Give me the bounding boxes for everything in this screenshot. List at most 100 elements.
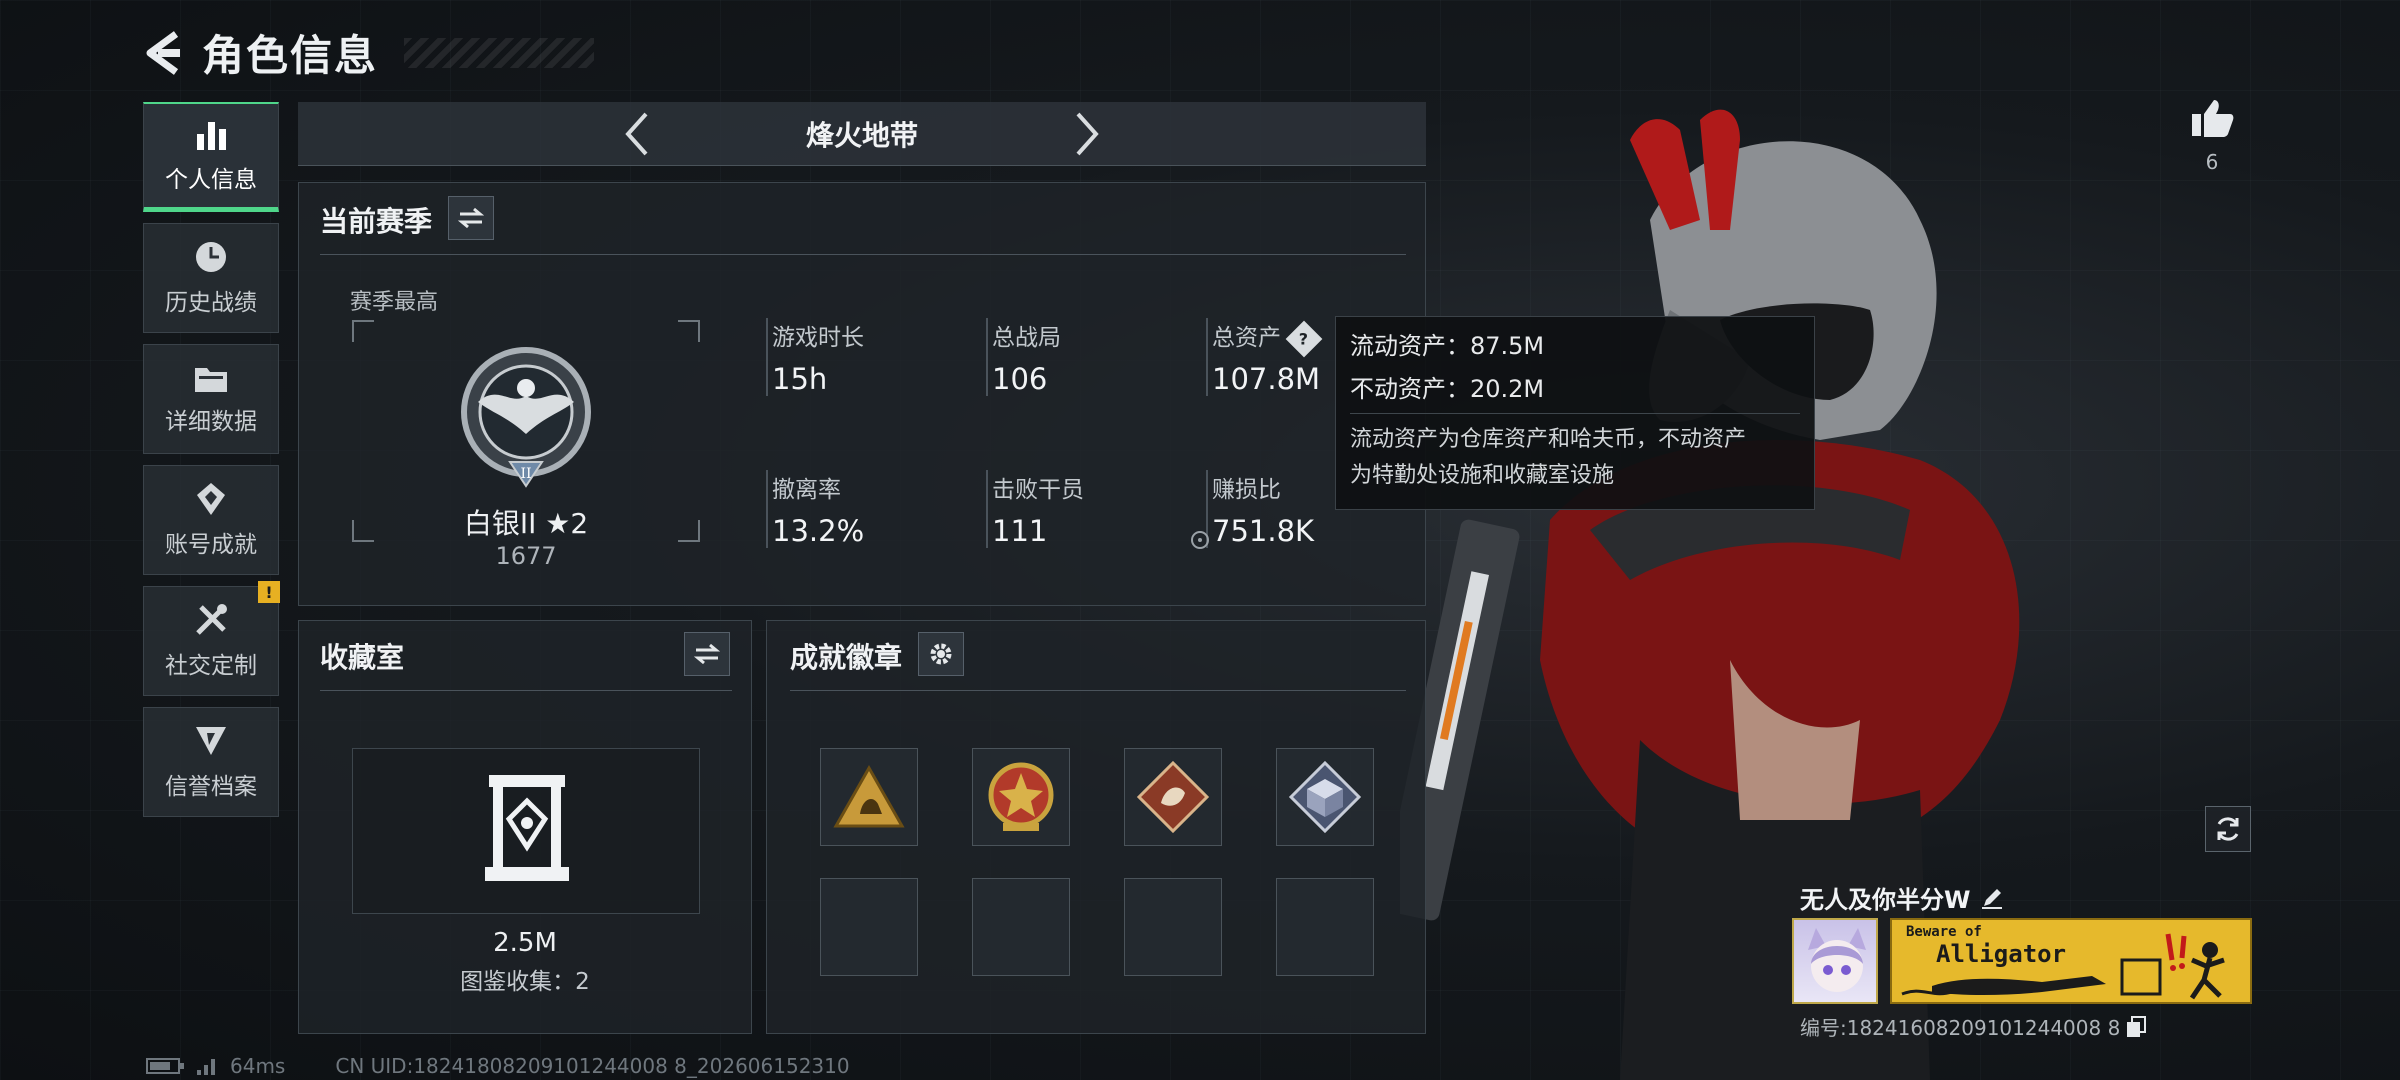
battery-icon (146, 1058, 184, 1074)
sidebar: 个人信息 历史战绩 详细数据 账号成就 ! 社交定制 信誉档案 (143, 102, 281, 828)
sidebar-item-label: 历史战绩 (165, 290, 257, 316)
avatar[interactable] (1792, 918, 1878, 1004)
sidebar-item-label: 社交定制 (165, 653, 257, 679)
sidebar-item-label: 账号成就 (165, 532, 257, 558)
stat-value: 111 (992, 514, 1048, 548)
stat-value: 106 (992, 362, 1048, 396)
badge-slot[interactable] (1276, 748, 1374, 846)
player-id-text: 编号:18241608209101244008 8 (1800, 1016, 2121, 1040)
avatar-image (1808, 928, 1866, 992)
stat-extraction-rate: 撤离率 13.2% (766, 470, 864, 548)
collection-title: 收藏室 (320, 641, 405, 674)
profile-banner[interactable]: Beware of Alligator (1890, 918, 2252, 1004)
season-title: 当前赛季 (320, 205, 433, 238)
assets-tooltip: 流动资产：87.5M 不动资产：20.2M 流动资产为仓库资产和哈夫币，不动资产… (1335, 316, 1815, 510)
stat-label: 游戏时长 (772, 325, 864, 351)
alligator-illustration (1901, 933, 2225, 1000)
stat-value: 15h (772, 362, 828, 396)
badge-slot-empty[interactable] (820, 878, 918, 976)
collection-value: 2.5M (493, 928, 557, 958)
badge-slot[interactable] (820, 748, 918, 846)
copy-icon[interactable] (2126, 1015, 2147, 1038)
uid-text: CN UID:18241808209101244008 8_2026061523… (335, 1054, 850, 1078)
stat-total-assets: 总资产? 107.8M (1206, 318, 1323, 396)
sidebar-item-detailed-data[interactable]: 详细数据 (143, 344, 279, 454)
player-name-text: 无人及你半分W (1800, 886, 1971, 914)
help-icon[interactable]: ? (1285, 320, 1323, 357)
stat-total-matches: 总战局 106 (986, 318, 1061, 396)
badge-slot-empty[interactable] (1276, 878, 1374, 976)
star-medal-icon (988, 762, 1054, 831)
badge-slot-empty[interactable] (972, 878, 1070, 976)
sidebar-item-achievements[interactable]: 账号成就 (143, 465, 279, 575)
red-diamond-badge-icon (1136, 760, 1210, 834)
stat-label: 赚损比 (1212, 477, 1281, 503)
divider (320, 254, 1406, 255)
stat-playtime: 游戏时长 15h (766, 318, 864, 396)
sidebar-item-label: 信誉档案 (165, 774, 257, 800)
status-bar: 64ms CN UID:18241808209101244008 8_20260… (146, 1054, 850, 1078)
stat-value: 751.8K (1212, 514, 1315, 548)
sidebar-item-history[interactable]: 历史战绩 (143, 223, 279, 333)
badge-settings-button[interactable] (918, 632, 964, 676)
back-button[interactable] (140, 28, 184, 78)
svg-text:II: II (520, 466, 531, 482)
refresh-button[interactable] (2205, 806, 2251, 852)
stat-kills: 击败干员 111 (986, 470, 1084, 548)
tools-icon (193, 602, 229, 638)
tooltip-liquid-assets: 流动资产：87.5M (1350, 332, 1545, 360)
mode-name: 烽火地带 (805, 118, 918, 152)
sidebar-item-label: 个人信息 (165, 166, 257, 193)
chevron-left-icon (625, 112, 648, 155)
crosshair-icon (1191, 531, 1209, 549)
player-id: 编号:18241608209101244008 8 (1800, 1012, 2147, 1041)
mode-selector: 烽火地带 (298, 102, 1426, 166)
achievement-icon (193, 481, 229, 517)
mode-prev-button[interactable] (616, 109, 656, 159)
tooltip-fixed-assets: 不动资产：20.2M (1350, 375, 1545, 403)
stat-value: 13.2% (772, 514, 865, 548)
season-switch-button[interactable] (448, 196, 494, 240)
rank-emblem-icon: II (461, 347, 591, 488)
rank-name: 白银II ★2 (463, 507, 589, 540)
sidebar-item-social[interactable]: ! 社交定制 (143, 581, 280, 696)
stat-label: 击败干员 (992, 477, 1084, 503)
page-header: 角色信息 (140, 22, 595, 83)
stat-label: 总资产 (1212, 325, 1281, 351)
gear-icon (930, 643, 952, 665)
edit-icon[interactable] (1980, 886, 2004, 910)
tooltip-description-1: 流动资产为仓库资产和哈夫币，不动资产 (1350, 427, 1747, 452)
mode-next-button[interactable] (1068, 109, 1108, 159)
stat-profit-ratio: 赚损比 751.8K (1206, 470, 1314, 548)
collection-switch-button[interactable] (684, 632, 730, 676)
stat-label: 总战局 (992, 325, 1061, 351)
badge-slot[interactable] (1124, 748, 1222, 846)
refresh-icon (2217, 817, 2239, 841)
rank-points: 1677 (495, 542, 557, 570)
stat-value: 107.8M (1212, 362, 1321, 396)
title-decoration (404, 37, 595, 68)
folder-icon (193, 362, 229, 394)
collection-count: 图鉴收集：2 (460, 969, 590, 995)
season-best-label: 赛季最高 (350, 290, 439, 315)
swap-icon (458, 207, 484, 229)
clock-icon (193, 239, 229, 275)
player-name: 无人及你半分W (1800, 880, 2004, 915)
warning-badge: ! (258, 581, 280, 603)
bar-chart-icon (194, 118, 228, 152)
sidebar-item-credit[interactable]: 信誉档案 (143, 707, 279, 817)
badge-slot-empty[interactable] (1124, 878, 1222, 976)
badge-slot[interactable] (972, 748, 1070, 846)
stat-label: 撤离率 (772, 477, 841, 503)
sidebar-item-personal-info[interactable]: 个人信息 (143, 102, 279, 212)
back-arrow-icon (146, 30, 180, 75)
divider (790, 690, 1406, 691)
collection-display-case[interactable] (352, 748, 700, 914)
like-count: 6 (2205, 150, 2219, 174)
network-status: 64ms (146, 1054, 285, 1078)
badges-title: 成就徽章 (790, 641, 903, 674)
tooltip-description-2: 为特勤处设施和收藏室设施 (1350, 463, 1615, 488)
like-button[interactable]: 6 (2190, 96, 2234, 174)
cube-badge-icon (1288, 760, 1362, 834)
triangle-badge-icon (833, 764, 905, 828)
